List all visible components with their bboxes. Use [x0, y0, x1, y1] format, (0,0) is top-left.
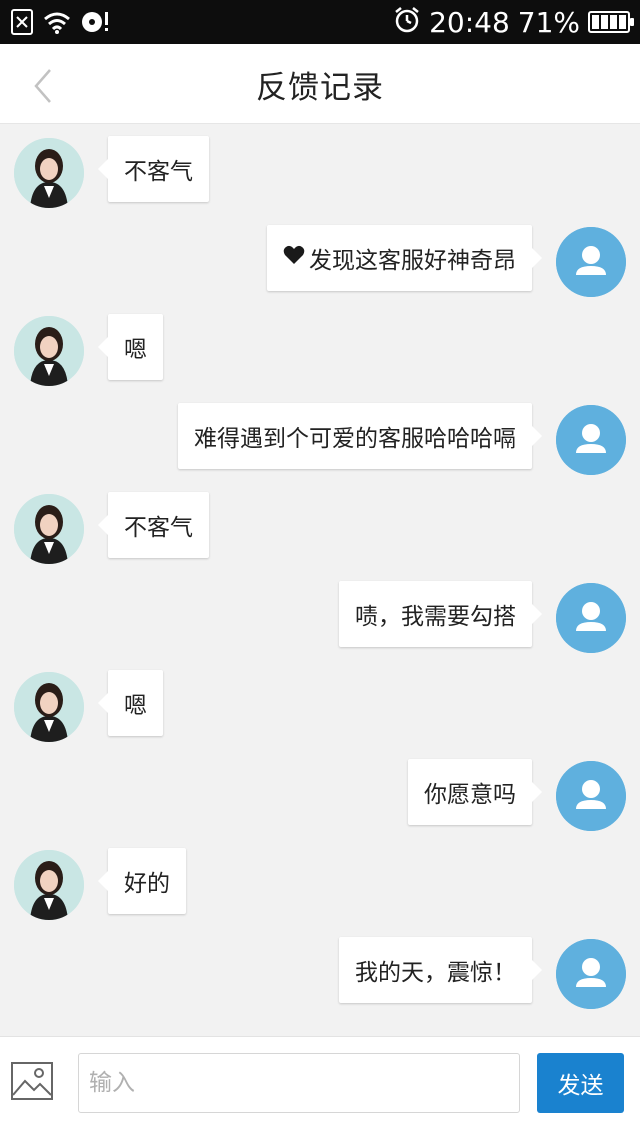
message-text: 发现这客服好神奇昂	[309, 248, 516, 274]
message-text: 嗯	[124, 693, 147, 719]
agent-avatar[interactable]	[14, 316, 84, 386]
message-row: 你愿意吗	[0, 759, 640, 831]
message-row: 不客气	[0, 492, 640, 564]
message-text: 嗯	[124, 337, 147, 363]
message-input[interactable]	[78, 1053, 520, 1113]
agent-message-bubble: 不客气	[98, 136, 209, 202]
message-row: 我的天，震惊！	[0, 937, 640, 1009]
chat-history[interactable]: 不客气 发现这客服好神奇昂 嗯 难得遇到个可爱的客服哈哈哈嗝 不客气 啧，我需要…	[0, 124, 640, 1036]
message-row: 嗯	[0, 670, 640, 742]
agent-avatar[interactable]	[14, 672, 84, 742]
agent-message-bubble: 嗯	[98, 314, 163, 380]
message-text: 难得遇到个可爱的客服哈哈哈嗝	[194, 426, 516, 452]
message-text: 啧，我需要勾搭	[355, 604, 516, 630]
clock-time: 20:48	[429, 5, 510, 39]
message-row: 好的	[0, 848, 640, 920]
user-avatar[interactable]	[556, 761, 626, 831]
message-row: 不客气	[0, 136, 640, 208]
alarm-icon	[393, 6, 421, 38]
user-message-bubble: 我的天，震惊！	[339, 937, 542, 1003]
user-avatar[interactable]	[556, 939, 626, 1009]
wifi-icon	[42, 9, 72, 39]
user-message-bubble: 你愿意吗	[408, 759, 542, 825]
message-text: 你愿意吗	[424, 782, 516, 808]
agent-message-bubble: 嗯	[98, 670, 163, 736]
message-text: 好的	[124, 871, 170, 897]
message-row: 难得遇到个可爱的客服哈哈哈嗝	[0, 403, 640, 475]
user-avatar[interactable]	[556, 583, 626, 653]
page-title: 反馈记录	[256, 70, 384, 106]
user-avatar[interactable]	[556, 227, 626, 297]
message-row: 发现这客服好神奇昂	[0, 225, 640, 297]
user-message-bubble: 难得遇到个可爱的客服哈哈哈嗝	[178, 403, 542, 469]
agent-message-bubble: 好的	[98, 848, 186, 914]
message-text: 我的天，震惊！	[355, 960, 516, 986]
battery-percent: 71%	[517, 5, 580, 39]
agent-avatar[interactable]	[14, 138, 84, 208]
input-bar: 发送	[0, 1036, 640, 1138]
send-button[interactable]: 发送	[537, 1053, 624, 1113]
agent-message-bubble: 不客气	[98, 492, 209, 558]
message-row: 嗯	[0, 314, 640, 386]
agent-avatar[interactable]	[14, 494, 84, 564]
no-sim-icon	[10, 8, 34, 40]
user-message-bubble: 啧，我需要勾搭	[339, 581, 542, 647]
message-text: 不客气	[124, 159, 193, 185]
message-text: 不客气	[124, 515, 193, 541]
message-row: 啧，我需要勾搭	[0, 581, 640, 653]
heart-icon	[283, 245, 305, 271]
status-bar: 20:48 71%	[0, 0, 640, 44]
nav-bar: 反馈记录	[0, 44, 640, 124]
image-icon[interactable]	[10, 1059, 54, 1103]
cd-alert-icon	[80, 9, 110, 39]
user-message-bubble: 发现这客服好神奇昂	[267, 225, 542, 291]
battery-icon	[588, 11, 634, 33]
user-avatar[interactable]	[556, 405, 626, 475]
agent-avatar[interactable]	[14, 850, 84, 920]
